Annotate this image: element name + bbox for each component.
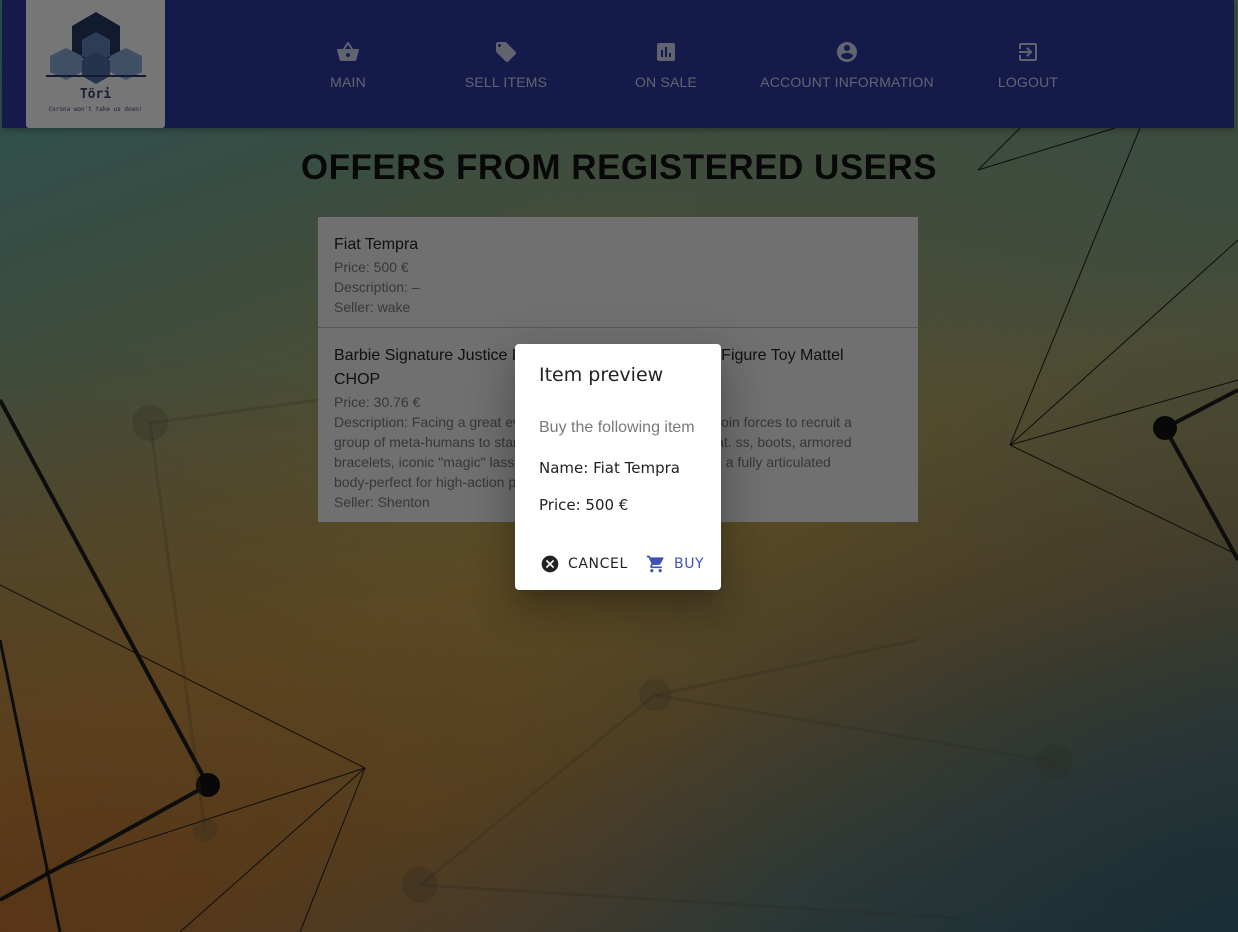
item-preview-dialog: Item preview Buy the following item Name… <box>515 344 721 590</box>
buy-button-label: BUY <box>674 556 705 572</box>
dialog-item-name: Name: Fiat Tempra <box>539 459 680 477</box>
cancel-button[interactable]: CANCEL <box>540 550 628 578</box>
dialog-title: Item preview <box>539 364 664 386</box>
dialog-subtitle: Buy the following item <box>539 419 695 436</box>
buy-button[interactable]: BUY <box>646 550 704 578</box>
cancel-button-label: CANCEL <box>568 556 628 572</box>
dialog-item-price: Price: 500 € <box>539 496 629 514</box>
shopping-cart-icon <box>646 555 664 573</box>
cancel-circle-icon <box>541 555 559 573</box>
